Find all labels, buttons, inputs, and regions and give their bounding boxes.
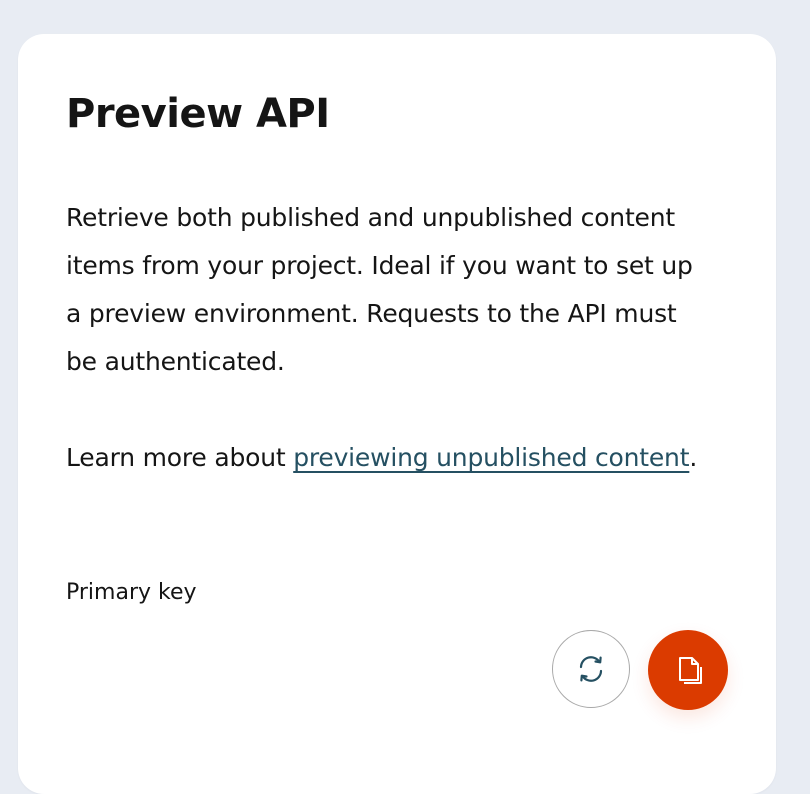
learn-more-text: Learn more about previewing unpublished … xyxy=(66,434,706,482)
primary-key-label: Primary key xyxy=(66,580,197,605)
card-description: Retrieve both published and unpublished … xyxy=(66,203,693,376)
learn-more-suffix: . xyxy=(689,443,698,472)
card-title: Preview API xyxy=(66,91,330,137)
regenerate-key-button[interactable] xyxy=(552,630,630,708)
sync-icon xyxy=(572,650,610,688)
previewing-unpublished-content-link[interactable]: previewing unpublished content xyxy=(293,443,689,472)
copy-icon xyxy=(668,650,708,690)
copy-key-button[interactable] xyxy=(648,630,728,710)
preview-api-card: Preview API Retrieve both published and … xyxy=(18,34,776,794)
learn-more-prefix: Learn more about xyxy=(66,443,294,472)
